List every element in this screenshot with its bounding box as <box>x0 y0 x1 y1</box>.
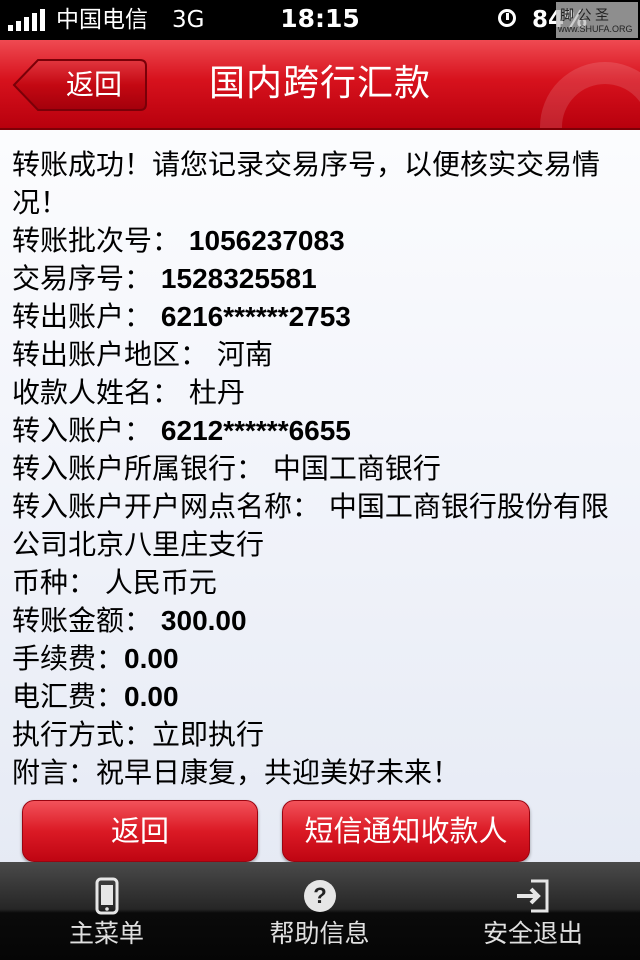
sms-notify-payee-button[interactable]: 短信通知收款人 <box>282 800 530 862</box>
tab-main-menu-label: 主菜单 <box>68 919 144 948</box>
detail-row-amount: 转账金额： 300.00 <box>12 602 632 640</box>
detail-row-wire-fee: 电汇费：0.00 <box>12 678 632 716</box>
detail-value: 杜丹 <box>188 376 245 409</box>
detail-value: 中国工商银行 <box>272 452 441 485</box>
detail-value: 河南 <box>216 338 273 371</box>
tab-help-label: 帮助信息 <box>269 919 370 948</box>
detail-row-to-account: 转入账户： 6212******6655 <box>12 412 632 450</box>
detail-label: 转入账户开户网点名称： <box>12 490 321 523</box>
detail-row-service-fee: 手续费：0.00 <box>12 640 632 678</box>
back-button[interactable]: 返回 <box>22 800 258 862</box>
detail-row-to-bank: 转入账户所属银行： 中国工商银行 <box>12 450 632 488</box>
tab-secure-logout[interactable]: 安全退出 <box>426 862 640 960</box>
alarm-icon <box>498 9 516 27</box>
detail-label: 转入账户： <box>12 414 153 447</box>
detail-value: 0.00 <box>124 643 179 674</box>
detail-value: 人民币元 <box>104 566 217 599</box>
detail-row-currency: 币种： 人民币元 <box>12 564 632 602</box>
transfer-result-details: 转账成功！请您记录交易序号，以便核实交易情况！ 转账批次号： 105623708… <box>12 146 632 792</box>
logout-icon <box>517 879 549 913</box>
detail-value: 0.00 <box>124 681 179 712</box>
nav-back-label: 返回 <box>65 68 122 101</box>
detail-row-batch-number: 转账批次号： 1056237083 <box>12 222 632 260</box>
detail-label: 电汇费： <box>12 680 125 713</box>
detail-row-to-branch: 转入账户开户网点名称： 中国工商银行股份有限公司北京八里庄支行 <box>12 488 632 564</box>
detail-row-execution-mode: 执行方式：立即执行 <box>12 716 632 754</box>
detail-value: 300.00 <box>160 605 247 636</box>
watermark-logo: 脚 公 圣 www.SHUFA.ORG <box>556 2 638 38</box>
detail-label: 交易序号： <box>12 262 153 295</box>
detail-row-from-account: 转出账户： 6216******2753 <box>12 298 632 336</box>
detail-label: 转出账户： <box>12 300 153 333</box>
phone-icon <box>95 877 118 915</box>
detail-label: 执行方式： <box>12 718 153 751</box>
tab-help[interactable]: ? 帮助信息 <box>213 862 426 960</box>
watermark-text: 脚 公 圣 <box>560 9 609 24</box>
tab-main-menu[interactable]: 主菜单 <box>0 862 213 960</box>
watermark-url: www.SHUFA.ORG <box>558 24 633 34</box>
detail-row-from-region: 转出账户地区： 河南 <box>12 336 632 374</box>
success-message: 转账成功！请您记录交易序号，以便核实交易情况！ <box>12 148 601 219</box>
tab-bar: 主菜单 ? 帮助信息 安全退出 <box>0 862 640 960</box>
detail-row-payee-name: 收款人姓名： 杜丹 <box>12 374 632 412</box>
detail-value: 6216******2753 <box>160 301 351 332</box>
svg-text:?: ? <box>313 883 326 908</box>
nav-bar: 国内跨行汇款 返回 <box>0 40 640 130</box>
detail-label: 转账金额： <box>12 604 153 637</box>
detail-row-transaction-number: 交易序号： 1528325581 <box>12 260 632 298</box>
status-bar: 中国电信 3G 18:15 84% 脚 公 圣 www.SHUFA.ORG <box>0 0 640 40</box>
detail-label: 手续费： <box>12 642 125 675</box>
detail-value: 1056237083 <box>188 225 345 256</box>
detail-value: 祝早日康复，共迎美好未来！ <box>96 756 461 789</box>
detail-label: 收款人姓名： <box>12 376 181 409</box>
detail-label: 转入账户所属银行： <box>12 452 265 485</box>
nav-back-button[interactable]: 返回 <box>12 58 148 112</box>
detail-label: 转账批次号： <box>12 224 181 257</box>
tab-secure-logout-label: 安全退出 <box>482 919 583 948</box>
help-icon: ? <box>303 880 336 912</box>
detail-label: 附言： <box>12 756 97 789</box>
detail-label: 转出账户地区： <box>12 338 209 371</box>
detail-label: 币种： <box>12 566 97 599</box>
detail-value: 1528325581 <box>160 263 317 294</box>
detail-value: 立即执行 <box>152 718 265 751</box>
detail-value: 6212******6655 <box>160 415 351 446</box>
detail-row-remark: 附言：祝早日康复，共迎美好未来！ <box>12 754 632 792</box>
